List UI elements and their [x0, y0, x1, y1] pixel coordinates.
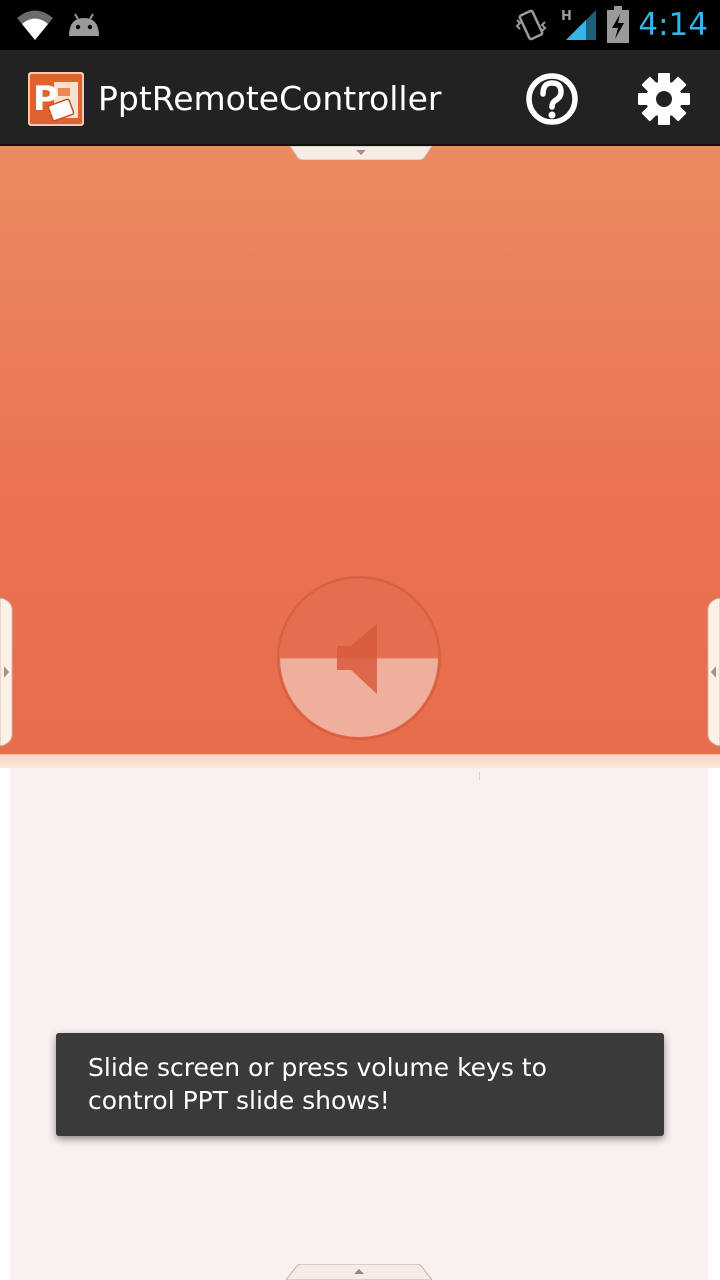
battery-charging-icon — [607, 6, 629, 43]
toast-message: Slide screen or press volume keys to con… — [56, 1033, 664, 1136]
svg-text:P: P — [33, 79, 58, 119]
help-button[interactable] — [516, 64, 588, 134]
volume-toggle-button[interactable] — [277, 576, 441, 740]
action-bar: P PptRemoteController — [0, 50, 720, 146]
lower-panel — [10, 768, 708, 1280]
right-drawer-handle[interactable] — [704, 598, 720, 746]
wifi-icon — [17, 10, 53, 40]
divider-tick — [479, 772, 480, 780]
app-screen: H 4:14 P PptRemoteController Slide scree… — [0, 0, 720, 1280]
svg-text:H: H — [561, 9, 572, 24]
gear-icon — [638, 73, 690, 125]
vibrate-icon — [515, 9, 547, 41]
top-drawer-handle[interactable] — [290, 146, 432, 160]
status-bar: H 4:14 — [0, 0, 720, 50]
bottom-drawer-handle[interactable] — [286, 1264, 432, 1280]
help-icon — [526, 73, 578, 125]
lower-panel-left-border — [0, 768, 10, 1280]
signal-icon: H — [561, 9, 596, 40]
app-title: PptRemoteController — [98, 79, 442, 118]
powerpoint-icon: P — [28, 72, 84, 126]
android-debug-icon — [69, 13, 99, 36]
left-drawer-handle[interactable] — [0, 598, 16, 746]
status-clock: 4:14 — [638, 7, 708, 43]
lower-panel-right-border — [708, 768, 720, 1280]
settings-button[interactable] — [628, 64, 700, 134]
pad-divider — [0, 754, 720, 769]
